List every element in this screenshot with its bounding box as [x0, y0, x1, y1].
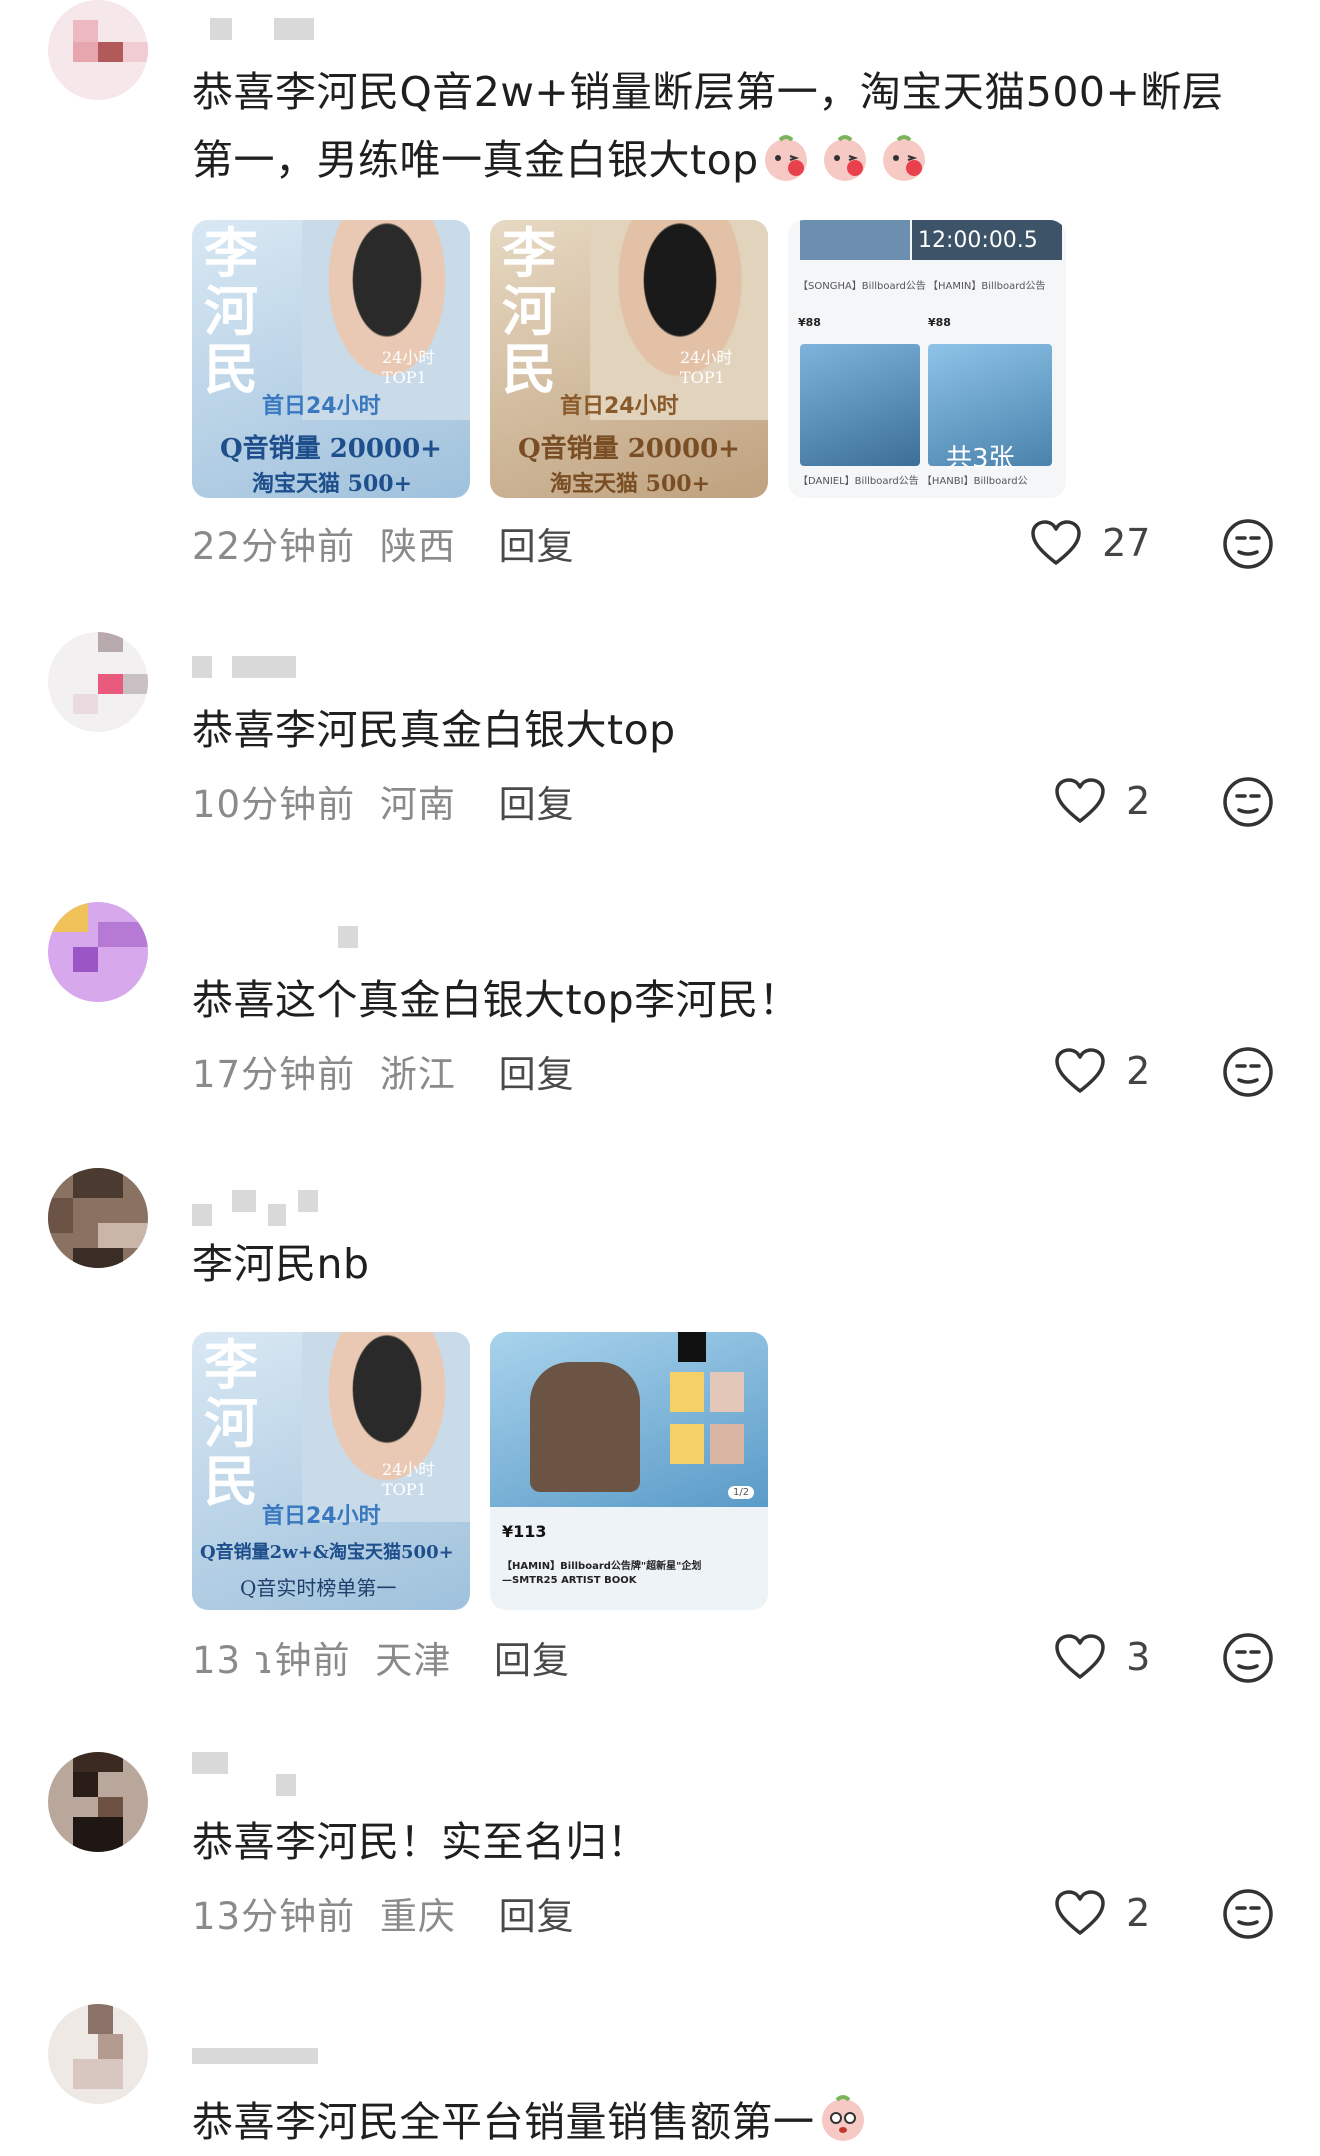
page-indicator: 1/2 [728, 1486, 755, 1499]
heart-outline-icon [1055, 1047, 1105, 1093]
poster-caption: 首日24小时 [560, 394, 679, 419]
like-count: 3 [1126, 1634, 1151, 1679]
like-button[interactable]: 27 [1030, 518, 1150, 567]
like-button[interactable]: 3 [1054, 1632, 1150, 1681]
like-count: 27 [1102, 520, 1151, 565]
emoji-row [758, 132, 930, 182]
poster-badge: 24小时 TOP1 [382, 1460, 435, 1499]
price: ¥88 [798, 316, 821, 329]
comment-meta: 10分钟前 河南 回复 [192, 774, 575, 828]
poster-tmall: 淘宝天猫 500+ [252, 471, 413, 497]
heart-outline-icon [1055, 1633, 1105, 1679]
avatar[interactable] [48, 2004, 148, 2104]
reply-button[interactable]: 回复 [499, 783, 575, 826]
poster-sales: Q音销量 20000+ [220, 434, 442, 464]
comment-meta: 17分钟前 浙江 回复 [192, 1044, 575, 1098]
poster-sales: Q音销量 20000+ [518, 434, 740, 464]
reply-button[interactable]: 回复 [499, 1053, 575, 1096]
avatar[interactable] [48, 1168, 148, 1268]
image-thumbnail[interactable]: 李河民 24小时 TOP1 首日24小时 Q音销量 20000+ 淘宝天猫 50… [490, 220, 768, 498]
neutral-face-icon[interactable] [1222, 776, 1274, 828]
poster-name: 李河民 [204, 221, 258, 401]
comment-text: 恭喜李河民！实至名归！ [192, 1818, 649, 1866]
comment-text: 恭喜李河民全平台销量销售额第一 [192, 2088, 1240, 2156]
comment-text: 恭喜这个真金白银大top李河民！ [192, 976, 801, 1024]
comment-time: 13分钟前 [192, 1895, 356, 1938]
neutral-face-icon[interactable] [1222, 1046, 1274, 1098]
poster-badge: 24小时 TOP1 [382, 348, 435, 387]
poster-caption: 首日24小时 [262, 394, 381, 419]
like-count: 2 [1126, 778, 1151, 823]
image-thumbnail[interactable]: 李河民 24小时 TOP1 首日24小时 Q音销量2w+&淘宝天猫500+ Q音… [192, 1332, 470, 1610]
comment-location: 陕西 [379, 525, 456, 568]
like-button[interactable]: 2 [1054, 1888, 1150, 1937]
heart-outline-icon [1031, 519, 1081, 565]
poster-sales: Q音销量2w+&淘宝天猫500+ [200, 1542, 454, 1563]
comment-location: 天津 [375, 1639, 452, 1682]
comment-meta: 22分钟前 陕西 回复 [192, 516, 575, 570]
comment-time: 13 ɿ钟前 [192, 1639, 351, 1682]
comment-text: 李河民nb [192, 1240, 370, 1288]
comment-location: 浙江 [379, 1053, 456, 1096]
comment-location: 河南 [379, 783, 456, 826]
poster-name: 李河民 [502, 221, 556, 401]
poster-tmall: 淘宝天猫 500+ [550, 471, 711, 497]
price: ¥113 [502, 1522, 547, 1541]
heart-outline-icon [1055, 777, 1105, 823]
like-count: 2 [1126, 1890, 1151, 1935]
poster-rank: Q音实时榜单第一 [240, 1576, 397, 1600]
price: ¥88 [928, 316, 951, 329]
avatar[interactable] [48, 902, 148, 1002]
like-button[interactable]: 2 [1054, 776, 1150, 825]
image-count-badge: 共3张 [946, 444, 1015, 474]
product-desc: 【HAMIN】Billboard公告牌"超新星"企划—SMTR25 ARTIST… [502, 1561, 702, 1586]
image-thumbnail[interactable]: 1/2 ¥113 【HAMIN】Billboard公告牌"超新星"企划—SMTR… [490, 1332, 768, 1610]
poster-badge: 24小时 TOP1 [680, 348, 733, 387]
poster-name: 李河民 [204, 1333, 258, 1513]
comment-text: 恭喜李河民Q音2w+销量断层第一，淘宝天猫500+断层第一，男练唯一真金白银大t… [192, 68, 1224, 184]
like-button[interactable]: 2 [1054, 1046, 1150, 1095]
neutral-face-icon[interactable] [1222, 518, 1274, 570]
peach-blush-emoji [765, 135, 807, 181]
comment-text: 恭喜李河民真金白银大top [192, 706, 676, 754]
reply-button[interactable]: 回复 [499, 525, 575, 568]
avatar[interactable] [48, 1752, 148, 1852]
comment-meta: 13 ɿ钟前 天津 回复 [192, 1630, 570, 1684]
countdown-time: 12:00:00.5 [918, 228, 1038, 253]
like-count: 2 [1126, 1048, 1151, 1093]
peach-surprised-emoji [821, 2095, 864, 2141]
image-thumbnail[interactable]: 李河民 24小时 TOP1 首日24小时 Q音销量 20000+ 淘宝天猫 50… [192, 220, 470, 498]
heart-outline-icon [1055, 1889, 1105, 1935]
comment-meta: 13分钟前 重庆 回复 [192, 1886, 575, 1940]
comment-time: 10分钟前 [192, 783, 356, 826]
reply-button[interactable]: 回复 [494, 1639, 570, 1682]
image-thumbnail[interactable]: 12:00:00.5 【SONGHA】Billboard公告 ¥88 【HAMI… [788, 220, 1066, 498]
comment-text-body: 恭喜李河民全平台销量销售额第一 [192, 2098, 815, 2146]
comment-time: 22分钟前 [192, 525, 356, 568]
comment-location: 重庆 [379, 1895, 456, 1938]
poster-caption: 首日24小时 [262, 1504, 381, 1529]
peach-blush-emoji [824, 135, 867, 181]
avatar[interactable] [48, 632, 148, 732]
neutral-face-icon[interactable] [1222, 1632, 1274, 1684]
peach-blush-emoji [883, 135, 926, 181]
neutral-face-icon[interactable] [1222, 1888, 1274, 1940]
comment-time: 17分钟前 [192, 1053, 356, 1096]
reply-button[interactable]: 回复 [499, 1895, 575, 1938]
avatar[interactable] [48, 0, 148, 100]
